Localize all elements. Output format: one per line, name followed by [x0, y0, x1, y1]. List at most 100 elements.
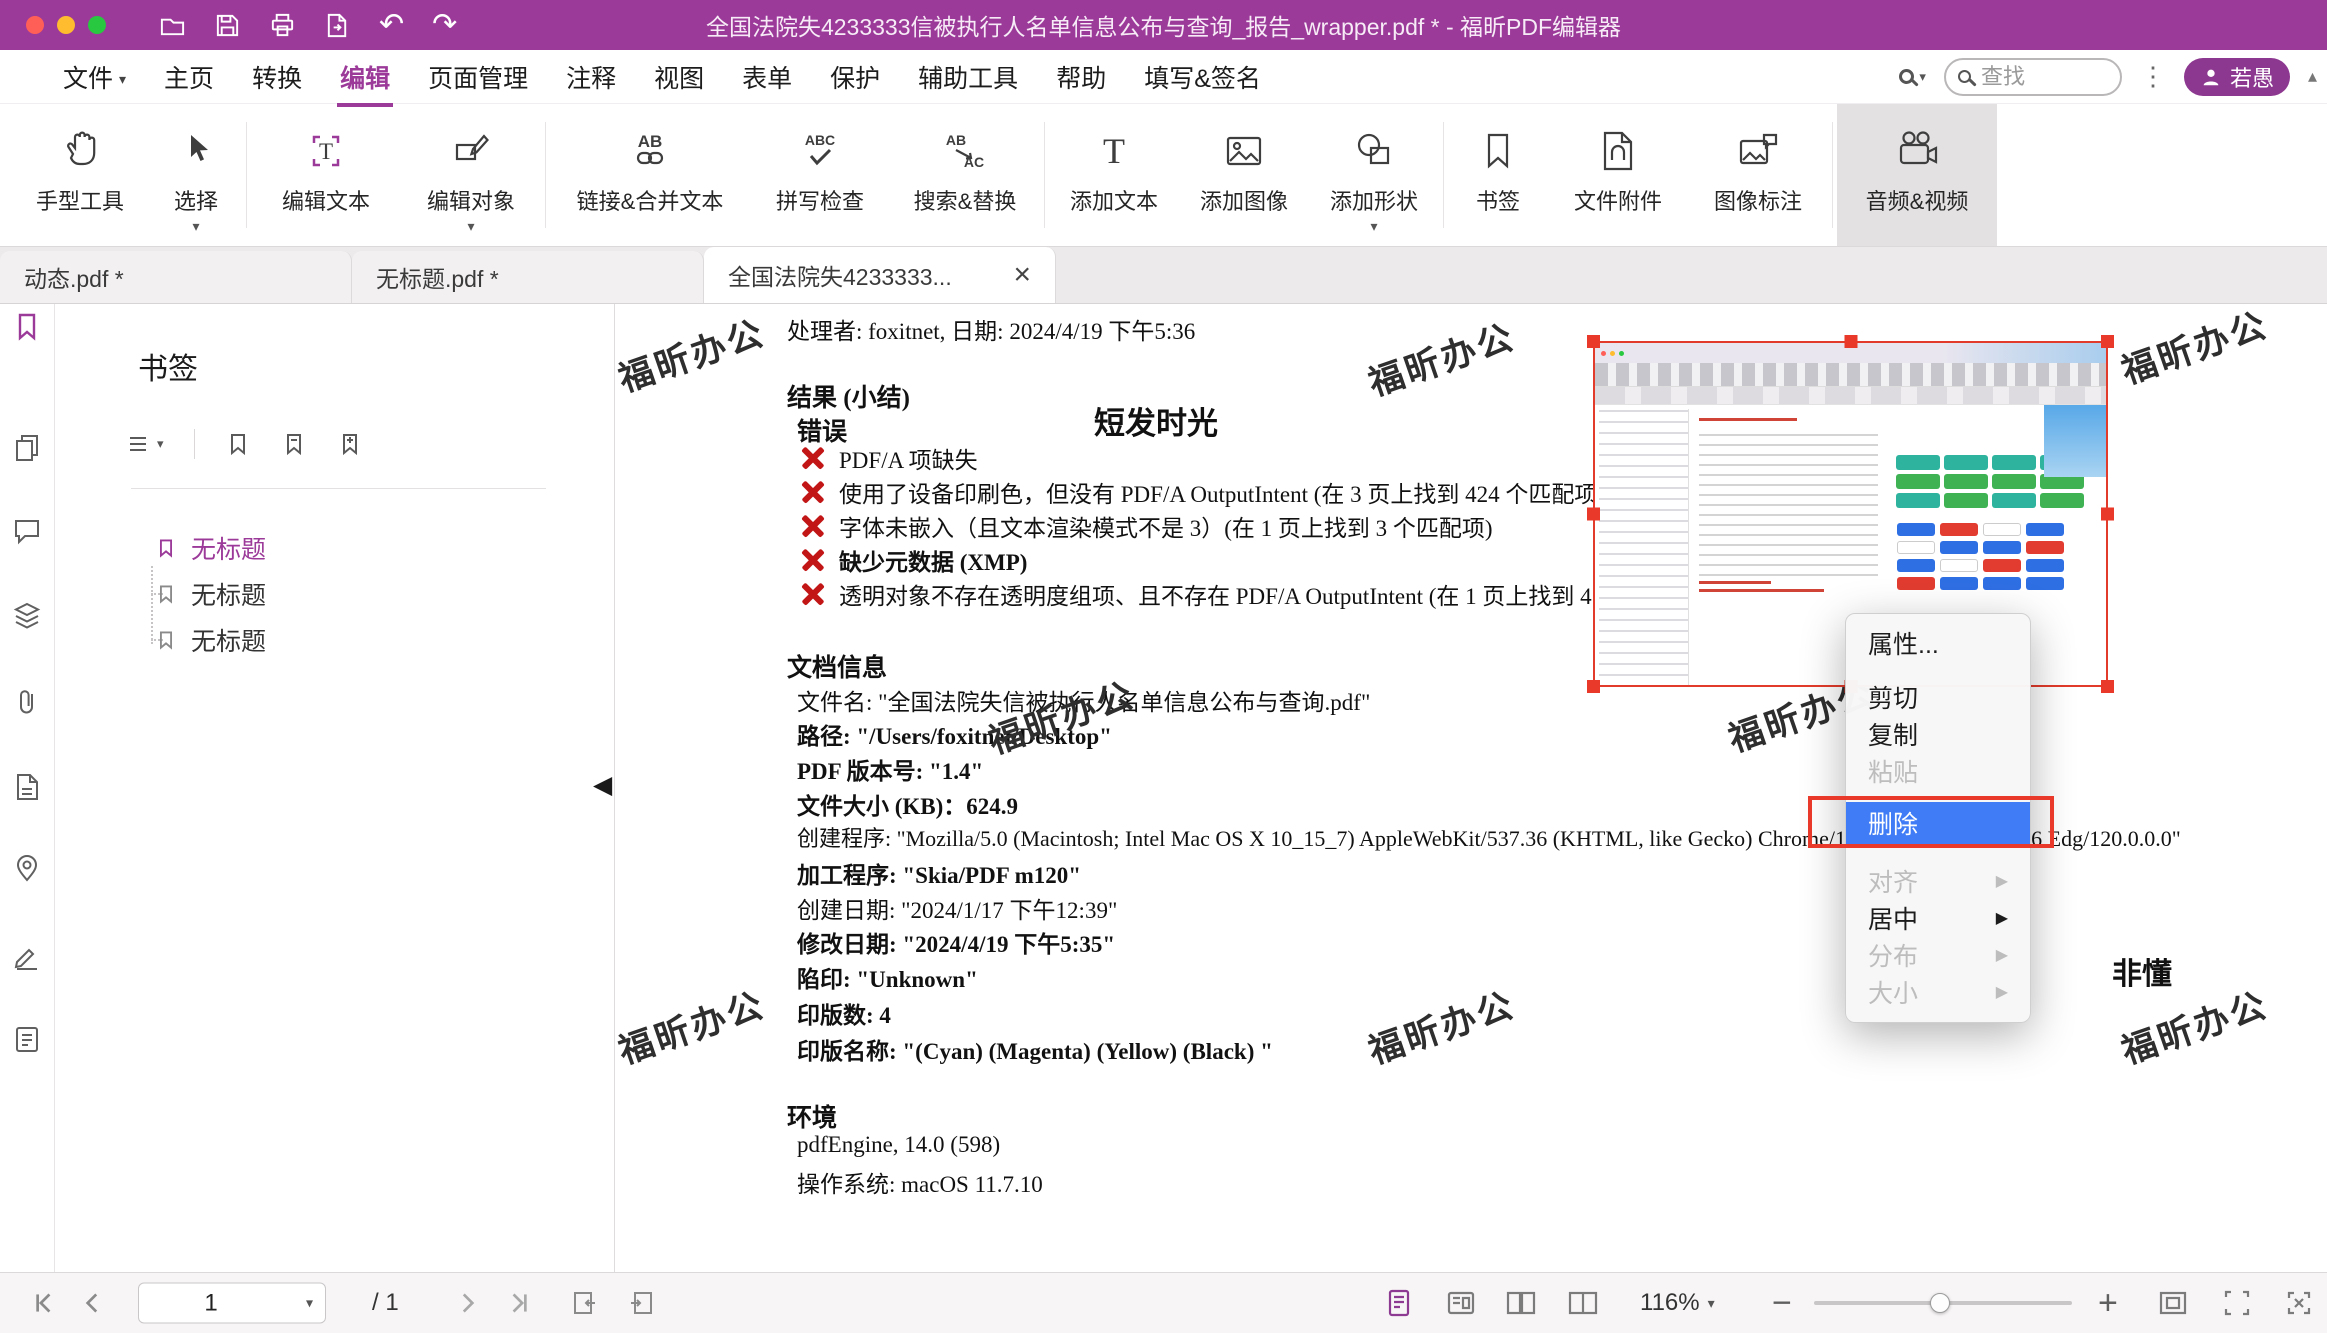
bookmarks-panel-icon-active[interactable] [11, 310, 43, 342]
minimize-window-button[interactable] [57, 16, 75, 34]
last-page-button[interactable] [505, 1288, 535, 1318]
document-tab-3-active[interactable]: 全国法院失4233333...× [704, 247, 1056, 303]
document-tab-1[interactable]: 动态.pdf * [0, 251, 352, 303]
link-join-text-button[interactable]: AB 链接&合并文本 [550, 104, 750, 246]
close-tab-icon[interactable]: × [1013, 258, 1031, 292]
search-replace-button[interactable]: ABAC 搜索&替换 [890, 104, 1040, 246]
page-number-box[interactable]: ▾ [138, 1283, 326, 1324]
user-account-button[interactable]: 若愚 [2184, 58, 2290, 96]
single-page-view-button[interactable] [1382, 1286, 1416, 1320]
comments-panel-icon[interactable] [11, 515, 43, 547]
resize-handle-w[interactable] [1587, 508, 1600, 521]
add-text-button[interactable]: T 添加文本 [1049, 104, 1179, 246]
book-view-button[interactable] [1566, 1286, 1600, 1320]
zoom-slider-thumb[interactable] [1930, 1293, 1950, 1313]
zoom-out-button[interactable]: − [1772, 1286, 1792, 1320]
next-page-button[interactable] [452, 1288, 482, 1318]
context-menu-properties[interactable]: 属性... [1846, 624, 2030, 661]
add-image-button[interactable]: 添加图像 [1179, 104, 1309, 246]
close-window-button[interactable] [26, 16, 44, 34]
bookmark-list-options-button[interactable]: ▾ [125, 431, 164, 457]
menu-comment[interactable]: 注释 [547, 53, 635, 101]
two-page-view-button[interactable] [1504, 1286, 1538, 1320]
zoom-level-dropdown[interactable]: 116%▾ [1640, 1289, 1715, 1317]
collapse-panel-button[interactable]: ◀ [593, 770, 612, 800]
zoom-window-button[interactable] [88, 16, 106, 34]
resize-handle-e[interactable] [2101, 508, 2114, 521]
context-menu-copy[interactable]: 复制 [1846, 715, 2030, 752]
document-page[interactable]: 福昕办公 福昕办公 福昕办公 福昕办公 福昕办公 福昕办公 福昕办公 福昕办公 … [615, 304, 2327, 1272]
menu-form[interactable]: 表单 [723, 53, 811, 101]
previous-view-button[interactable] [568, 1287, 600, 1319]
edit-object-button[interactable]: 编辑对象 ▾ [401, 104, 541, 246]
bookmark-item[interactable]: 无标题 [155, 620, 266, 660]
bookmark-settings-button[interactable] [337, 431, 363, 457]
menu-protect[interactable]: 保护 [811, 53, 899, 101]
add-bookmark-button[interactable] [225, 431, 251, 457]
navigation-icon-bar [0, 304, 55, 1272]
search-options-button[interactable]: ▾ [1899, 69, 1926, 85]
export-document-icon[interactable] [324, 12, 351, 39]
bookmark-button[interactable]: 书签 [1448, 104, 1548, 246]
edit-text-button[interactable]: T 编辑文本 [251, 104, 401, 246]
signatures-panel-icon[interactable] [11, 940, 43, 972]
page-number-input[interactable] [151, 1289, 271, 1317]
resize-handle-nw[interactable] [1587, 335, 1600, 348]
delete-bookmark-button[interactable] [281, 431, 307, 457]
spell-check-button[interactable]: ABC 拼写检查 [750, 104, 890, 246]
context-menu-cut[interactable]: 剪切 [1846, 678, 2030, 715]
toolbar-separator [194, 429, 195, 459]
menu-edit-active[interactable]: 编辑 [321, 53, 409, 101]
hand-tool-button[interactable]: 手型工具 [10, 104, 150, 246]
open-file-icon[interactable] [159, 12, 186, 39]
fit-page-button[interactable] [2156, 1286, 2190, 1320]
image-annotation-button[interactable]: 图像标注 [1688, 104, 1828, 246]
add-shape-button[interactable]: 添加形状 ▾ [1309, 104, 1439, 246]
menu-file[interactable]: 文件▾ [44, 53, 145, 101]
next-view-button[interactable] [626, 1287, 658, 1319]
document-tab-2[interactable]: 无标题.pdf * [352, 251, 704, 303]
redo-icon[interactable]: ↷ [432, 10, 457, 40]
collapse-ribbon-icon[interactable]: ▴ [2308, 66, 2317, 87]
undo-icon[interactable]: ↶ [379, 10, 404, 40]
form-panel-icon[interactable] [11, 1023, 43, 1055]
panel-divider [131, 488, 546, 489]
expand-view-button[interactable] [2282, 1286, 2316, 1320]
ribbon-separator [545, 122, 546, 228]
select-tool-button[interactable]: 选择 ▾ [150, 104, 242, 246]
print-icon[interactable] [269, 12, 296, 39]
error-item: 缺少元数据 (XMP) [801, 543, 1027, 577]
menu-page-management[interactable]: 页面管理 [409, 53, 547, 101]
file-attachment-button[interactable]: 文件附件 [1548, 104, 1688, 246]
menu-view[interactable]: 视图 [635, 53, 723, 101]
save-icon[interactable] [214, 12, 241, 39]
attachments-panel-icon[interactable] [11, 686, 43, 718]
more-options-icon[interactable]: ⋮ [2140, 61, 2166, 92]
resize-handle-sw[interactable] [1587, 680, 1600, 693]
audio-video-button-selected[interactable]: 音频&视频 [1837, 104, 1997, 246]
layers-panel-icon[interactable] [11, 600, 43, 632]
resize-handle-se[interactable] [2101, 680, 2114, 693]
menu-fill-sign[interactable]: 填写&签名 [1125, 53, 1280, 101]
menu-home[interactable]: 主页 [145, 53, 233, 101]
menu-help[interactable]: 帮助 [1037, 53, 1125, 101]
reading-mode-button[interactable] [1444, 1286, 1478, 1320]
fields-panel-icon[interactable] [11, 771, 43, 803]
menu-convert[interactable]: 转换 [233, 53, 321, 101]
destinations-panel-icon[interactable] [11, 852, 43, 884]
search-input[interactable] [1981, 64, 2091, 90]
zoom-in-button[interactable]: + [2098, 1286, 2118, 1320]
bookmark-item-selected[interactable]: 无标题 [155, 528, 266, 568]
fullscreen-button[interactable] [2220, 1286, 2254, 1320]
first-page-button[interactable] [28, 1288, 58, 1318]
context-menu-center[interactable]: 居中▶ [1846, 899, 2030, 936]
resize-handle-ne[interactable] [2101, 335, 2114, 348]
bookmark-item[interactable]: 无标题 [155, 574, 266, 614]
page-thumbnails-icon[interactable] [11, 432, 43, 464]
error-item: 使用了设备印刷色，但没有 PDF/A OutputIntent (在 3 页上找… [801, 475, 1605, 509]
find-search-box[interactable] [1944, 58, 2122, 96]
menu-accessibility[interactable]: 辅助工具 [899, 53, 1037, 101]
resize-handle-n[interactable] [1844, 335, 1857, 348]
previous-page-button[interactable] [78, 1288, 108, 1318]
mini-tabrow [1595, 387, 2106, 405]
